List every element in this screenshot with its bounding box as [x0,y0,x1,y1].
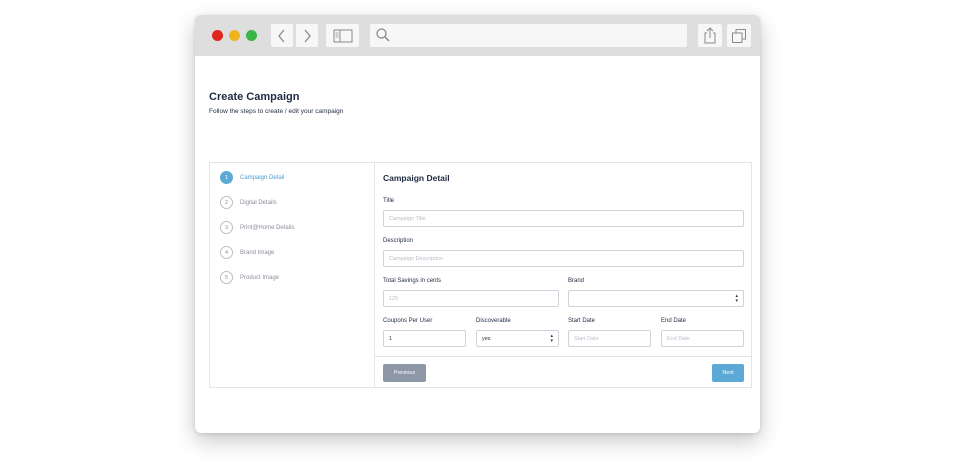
maximize-window-button[interactable] [246,30,257,41]
total-savings-label: Total Savings in cents [383,278,442,284]
title-label: Title [383,198,395,204]
address-bar[interactable] [370,24,687,47]
total-savings-input[interactable] [383,290,559,307]
campaign-description-input[interactable] [383,250,744,267]
step-label: Brand Image [240,249,275,256]
select-arrows-icon: ▴ ▾ [735,292,738,304]
step-label: Print@Home Details [240,224,295,231]
step-label: Digital Details [240,199,277,206]
share-button[interactable] [698,24,722,47]
brand-select[interactable]: ▴ ▾ [568,290,744,307]
search-icon [376,28,390,42]
step-brand-image[interactable]: 4 Brand Image [220,245,274,260]
forward-button[interactable] [296,24,318,47]
step-campaign-detail[interactable]: 1 Campaign Detail [220,170,284,185]
page-subtitle: Follow the steps to create / edit your c… [209,108,344,115]
chevron-right-icon [304,29,311,42]
discoverable-label: Discoverable [476,318,511,324]
end-date-input[interactable] [661,330,744,347]
form-heading: Campaign Detail [383,173,450,183]
coupons-per-user-label: Coupons Per User [383,318,433,324]
campaign-wizard-panel: 1 Campaign Detail 2 Digital Details 3 Pr… [209,162,752,388]
select-arrows-icon: ▴ ▾ [550,332,553,344]
step-number: 2 [220,196,233,209]
page-title: Create Campaign [209,91,300,103]
step-product-image[interactable]: 5 Product Image [220,270,279,285]
discoverable-select[interactable]: yes ▴ ▾ [476,330,559,347]
minimize-window-button[interactable] [229,30,240,41]
step-number: 4 [220,246,233,259]
browser-toolbar [195,15,760,56]
step-label: Campaign Detail [240,174,285,181]
sidebar-toggle-button[interactable] [326,24,359,47]
wizard-steps: 1 Campaign Detail 2 Digital Details 3 Pr… [210,163,375,387]
start-date-label: Start Date [568,318,596,324]
step-number: 1 [220,171,233,184]
form-divider [374,356,751,357]
chevron-left-icon [278,29,285,42]
close-window-button[interactable] [212,30,223,41]
browser-window: Create Campaign Follow the steps to crea… [195,15,760,433]
next-button[interactable]: Next [712,364,744,382]
step-number: 5 [220,271,233,284]
description-label: Description [383,238,414,244]
coupons-per-user-input[interactable] [383,330,466,347]
share-icon [704,27,716,44]
back-button[interactable] [271,24,293,47]
campaign-title-input[interactable] [383,210,744,227]
step-number: 3 [220,221,233,234]
step-digital-details[interactable]: 2 Digital Details [220,195,277,210]
sidebar-icon [333,29,352,42]
tabs-icon [732,28,746,43]
brand-label: Brand [568,278,585,284]
end-date-label: End Date [661,318,687,324]
step-print-at-home-details[interactable]: 3 Print@Home Details [220,220,294,235]
step-label: Product Image [240,274,280,281]
discoverable-selected-value: yes [482,335,491,342]
start-date-input[interactable] [568,330,651,347]
tabs-button[interactable] [727,24,751,47]
previous-button[interactable]: Previous [383,364,426,382]
